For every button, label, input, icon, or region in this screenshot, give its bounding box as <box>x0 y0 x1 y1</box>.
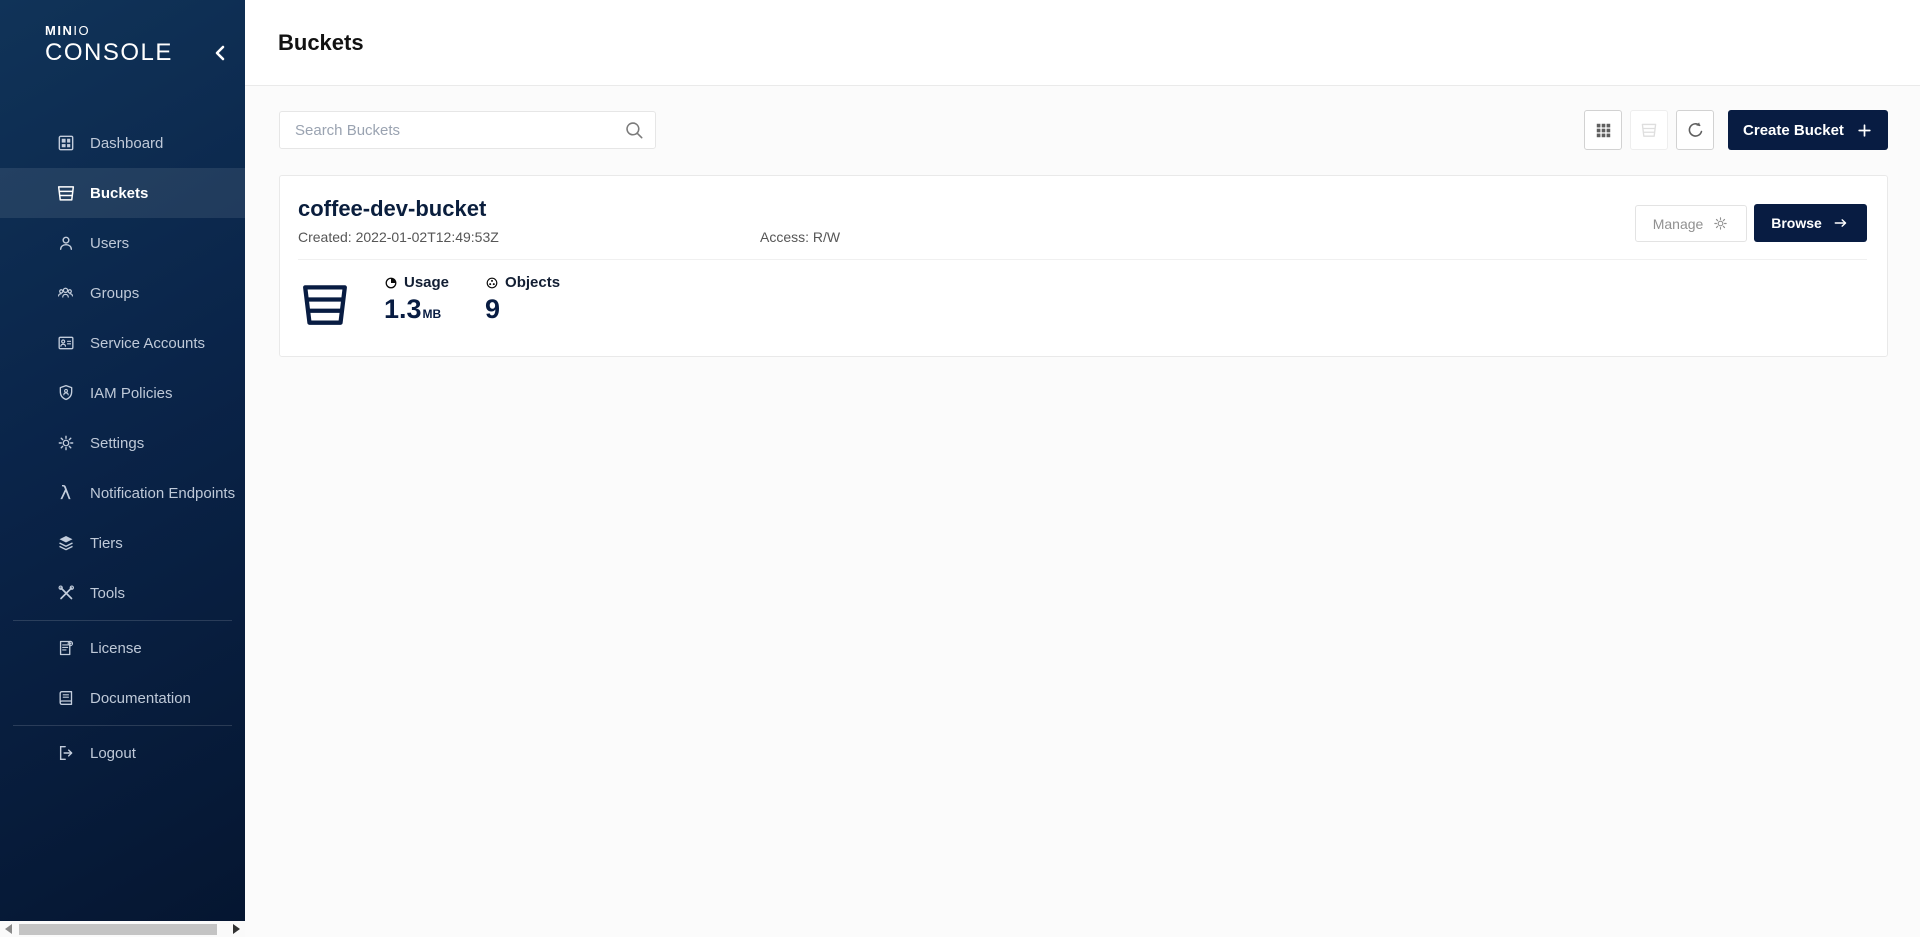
search-input[interactable] <box>279 111 656 149</box>
bucket-name[interactable]: coffee-dev-bucket <box>298 196 1867 222</box>
page-header: Buckets <box>245 0 1920 86</box>
sidebar-item-label: Tools <box>90 585 125 602</box>
view-toolbar: Create Bucket <box>1584 110 1888 150</box>
app-logo: MINIO CONSOLE <box>0 0 245 86</box>
logout-icon <box>55 743 76 764</box>
sidebar-item-license[interactable]: License <box>0 623 245 673</box>
sidebar-item-label: Service Accounts <box>90 335 205 352</box>
usage-label-row: Usage <box>384 274 449 291</box>
bucket-created: Created: 2022-01-02T12:49:53Z <box>298 229 760 245</box>
objects-label-row: Objects <box>485 274 560 291</box>
sidebar-item-service-accounts[interactable]: Service Accounts <box>0 318 245 368</box>
usage-value: 1.3MB <box>384 294 449 325</box>
arrow-right-icon <box>1832 215 1850 231</box>
action-bar: Create Bucket <box>245 86 1920 150</box>
sidebar-item-dashboard[interactable]: Dashboard <box>0 118 245 168</box>
sidebar-item-tools[interactable]: Tools <box>0 568 245 618</box>
bucket-card: coffee-dev-bucket Created: 2022-01-02T12… <box>279 175 1888 357</box>
license-icon <box>55 638 76 659</box>
sidebar-item-label: Groups <box>90 285 139 302</box>
grid-view-button[interactable] <box>1584 110 1622 150</box>
bucket-icon <box>55 183 76 204</box>
refresh-icon <box>1685 120 1706 141</box>
shield-icon <box>55 383 76 404</box>
sidebar-item-label: Notification Endpoints <box>90 485 235 502</box>
gear-icon <box>55 433 76 454</box>
scroll-left-arrow[interactable] <box>5 924 12 934</box>
bucket-icon <box>298 276 352 332</box>
sidebar-item-groups[interactable]: Groups <box>0 268 245 318</box>
main-content: Buckets <box>245 0 1920 937</box>
refresh-button[interactable] <box>1676 110 1714 150</box>
tools-icon <box>55 583 76 604</box>
lambda-icon: λ <box>55 483 76 504</box>
sidebar-item-label: Tiers <box>90 535 123 552</box>
sidebar-item-notification-endpoints[interactable]: λ Notification Endpoints <box>0 468 245 518</box>
scroll-right-arrow[interactable] <box>233 924 240 934</box>
sidebar-item-label: Buckets <box>90 185 148 202</box>
sidebar-collapse-button[interactable] <box>207 40 233 66</box>
dashboard-icon <box>55 133 76 154</box>
manage-button[interactable]: Manage <box>1635 205 1747 242</box>
objects-value: 9 <box>485 294 560 325</box>
sidebar-item-label: Dashboard <box>90 135 163 152</box>
plus-icon <box>1856 122 1873 139</box>
sidebar-item-label: Users <box>90 235 129 252</box>
usage-label: Usage <box>404 274 449 291</box>
objects-metric: Objects 9 <box>485 274 560 325</box>
page-title: Buckets <box>278 30 364 56</box>
manage-label: Manage <box>1653 216 1704 232</box>
usage-pie-icon <box>384 276 398 290</box>
chevron-left-icon <box>213 45 227 61</box>
sidebar-divider <box>13 620 232 621</box>
sidebar-item-documentation[interactable]: Documentation <box>0 673 245 723</box>
objects-label: Objects <box>505 274 560 291</box>
sidebar-item-label: License <box>90 640 142 657</box>
sidebar-item-label: Settings <box>90 435 144 452</box>
sidebar-item-label: IAM Policies <box>90 385 173 402</box>
sidebar-item-buckets[interactable]: Buckets <box>0 168 245 218</box>
sidebar-menu: Dashboard Buckets Users Groups Service A <box>0 86 245 778</box>
card-divider <box>298 259 1867 260</box>
sidebar-item-settings[interactable]: Settings <box>0 418 245 468</box>
list-view-button[interactable] <box>1630 110 1668 150</box>
sidebar: MINIO CONSOLE Dashboard Buckets Users <box>0 0 245 921</box>
bucket-stats: Usage 1.3MB Objects 9 <box>298 274 1867 332</box>
scrollbar-thumb[interactable] <box>19 924 217 935</box>
browse-label: Browse <box>1771 215 1822 231</box>
grid-view-icon <box>1594 121 1613 140</box>
bucket-meta: Created: 2022-01-02T12:49:53Z Access: R/… <box>298 229 1867 245</box>
bucket-list-icon <box>1640 121 1658 139</box>
brand-minio: MINIO <box>45 23 245 38</box>
sidebar-item-label: Documentation <box>90 690 191 707</box>
user-icon <box>55 233 76 254</box>
gear-icon <box>1712 215 1729 232</box>
sidebar-divider <box>13 725 232 726</box>
sidebar-item-tiers[interactable]: Tiers <box>0 518 245 568</box>
create-bucket-label: Create Bucket <box>1743 122 1844 139</box>
sidebar-item-users[interactable]: Users <box>0 218 245 268</box>
groups-icon <box>55 283 76 304</box>
layers-icon <box>55 533 76 554</box>
search-icon <box>623 119 645 141</box>
sidebar-item-label: Logout <box>90 745 136 762</box>
objects-icon <box>485 276 499 290</box>
bucket-access: Access: R/W <box>760 229 840 245</box>
id-card-icon <box>55 333 76 354</box>
usage-metric: Usage 1.3MB <box>384 274 449 325</box>
search-wrap <box>279 111 656 149</box>
book-icon <box>55 688 76 709</box>
sidebar-item-logout[interactable]: Logout <box>0 728 245 778</box>
create-bucket-button[interactable]: Create Bucket <box>1728 110 1888 150</box>
sidebar-item-iam-policies[interactable]: IAM Policies <box>0 368 245 418</box>
browse-button[interactable]: Browse <box>1754 204 1867 242</box>
horizontal-scrollbar <box>0 921 245 937</box>
usage-unit: MB <box>423 307 442 321</box>
